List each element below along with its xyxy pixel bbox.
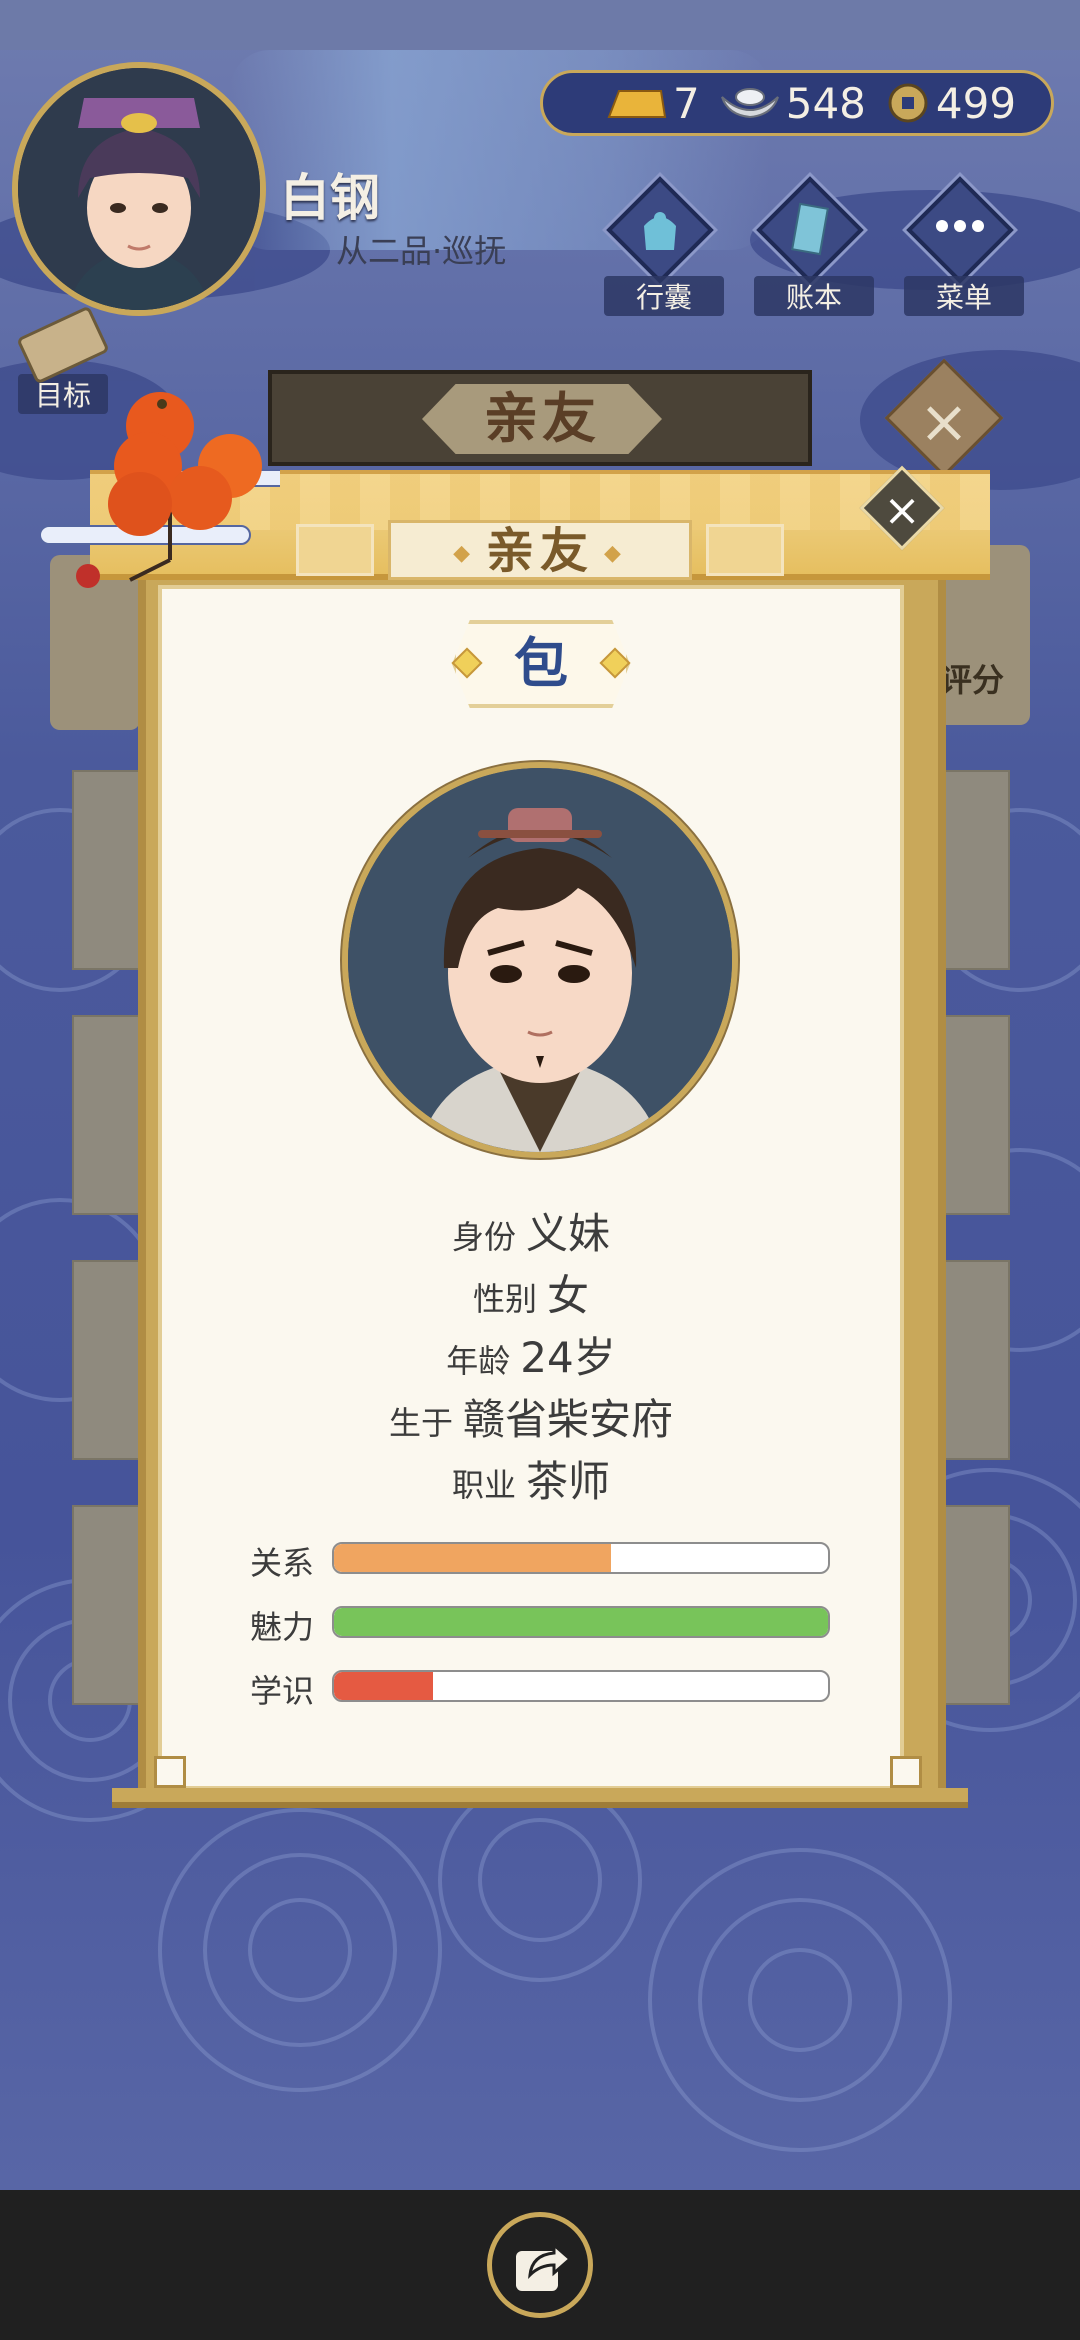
charm-bar: [332, 1606, 830, 1638]
coin-amount: 499: [935, 78, 1017, 128]
gold-currency: 7: [603, 79, 700, 128]
status-strip: [0, 0, 1080, 50]
ledger-label: 账本: [754, 276, 874, 316]
silver-ingot-icon: [720, 88, 779, 119]
relation-bar-fill: [334, 1544, 611, 1572]
relative-portrait-icon: [348, 768, 732, 1152]
bag-button[interactable]: 行囊: [604, 176, 724, 316]
corner-ornament: [154, 1756, 186, 1788]
info-age: 年龄 24岁: [158, 1324, 904, 1385]
share-button[interactable]: [487, 2212, 593, 2318]
corner-ornament: [890, 1756, 922, 1788]
modal-title: ◆ 亲友 ◆: [388, 520, 692, 580]
relative-portrait: [342, 762, 738, 1158]
title-ornament: [706, 524, 784, 576]
modal-scroll-bottom: [112, 1788, 968, 1808]
background-card: [72, 770, 142, 970]
background-card: [940, 1260, 1010, 1460]
background-card: [940, 770, 1010, 970]
player-portrait-icon: [18, 68, 260, 310]
info-key: 身份: [451, 1218, 516, 1256]
info-occupation: 职业 茶师: [158, 1448, 904, 1509]
info-key: 年龄: [446, 1342, 511, 1380]
info-value: 24岁: [520, 1333, 616, 1382]
menu-button[interactable]: 菜单: [904, 176, 1024, 316]
ledger-button[interactable]: 账本: [754, 176, 874, 316]
knowledge-bar: [332, 1670, 830, 1702]
close-icon: ×: [883, 485, 921, 537]
knowledge-bar-fill: [334, 1672, 433, 1700]
copper-coin-icon: [888, 83, 928, 123]
background-panel-title-text: 亲友: [422, 384, 662, 454]
gold-bar-icon: [607, 90, 667, 118]
stat-label-charm: 魅力: [250, 1608, 315, 1646]
stat-label-relation: 关系: [250, 1544, 315, 1582]
background-card: [72, 1015, 142, 1215]
info-identity: 身份 义妹: [158, 1200, 904, 1261]
relation-bar: [332, 1542, 830, 1574]
info-key: 性别: [472, 1280, 537, 1318]
info-birthplace: 生于 赣省柴安府: [158, 1386, 904, 1447]
currency-bar: 7 548 499: [540, 70, 1054, 136]
background-card: [72, 1260, 142, 1460]
modal-title-text: 亲友: [485, 523, 594, 579]
menu-label: 菜单: [904, 276, 1024, 316]
info-gender: 性别女: [158, 1262, 904, 1323]
bag-label: 行囊: [604, 276, 724, 316]
player-name: 白钢: [280, 169, 380, 227]
background-card: [940, 1505, 1010, 1705]
info-value: 女: [547, 1271, 590, 1320]
oranges-decoration-icon: [40, 392, 280, 588]
share-icon: [516, 2241, 573, 2291]
background-card: [72, 1505, 142, 1705]
close-icon: ×: [918, 387, 970, 458]
surname: 包: [514, 632, 568, 695]
info-value: 义妹: [526, 1209, 611, 1258]
info-key: 职业: [451, 1466, 516, 1504]
coin-currency: 499: [886, 79, 1016, 128]
title-ornament: [296, 524, 374, 576]
stat-label-knowledge: 学识: [250, 1672, 315, 1710]
background-panel-title: 亲友: [268, 370, 812, 466]
more-dots-icon: [936, 220, 984, 232]
info-value: 茶师: [526, 1457, 611, 1506]
silver-currency: 548: [720, 79, 866, 128]
charm-bar-fill: [334, 1608, 828, 1636]
bag-icon: [644, 212, 676, 250]
player-avatar[interactable]: [12, 62, 266, 316]
info-value: 赣省柴安府: [463, 1395, 674, 1444]
background-card: [940, 1015, 1010, 1215]
ledger-book-icon: [791, 202, 829, 256]
info-key: 生于: [388, 1404, 453, 1442]
gold-amount: 7: [673, 78, 700, 128]
silver-amount: 548: [785, 78, 866, 128]
background-side-label: 评分: [940, 661, 1005, 699]
player-rank: 从二品·巡抚: [336, 232, 507, 270]
